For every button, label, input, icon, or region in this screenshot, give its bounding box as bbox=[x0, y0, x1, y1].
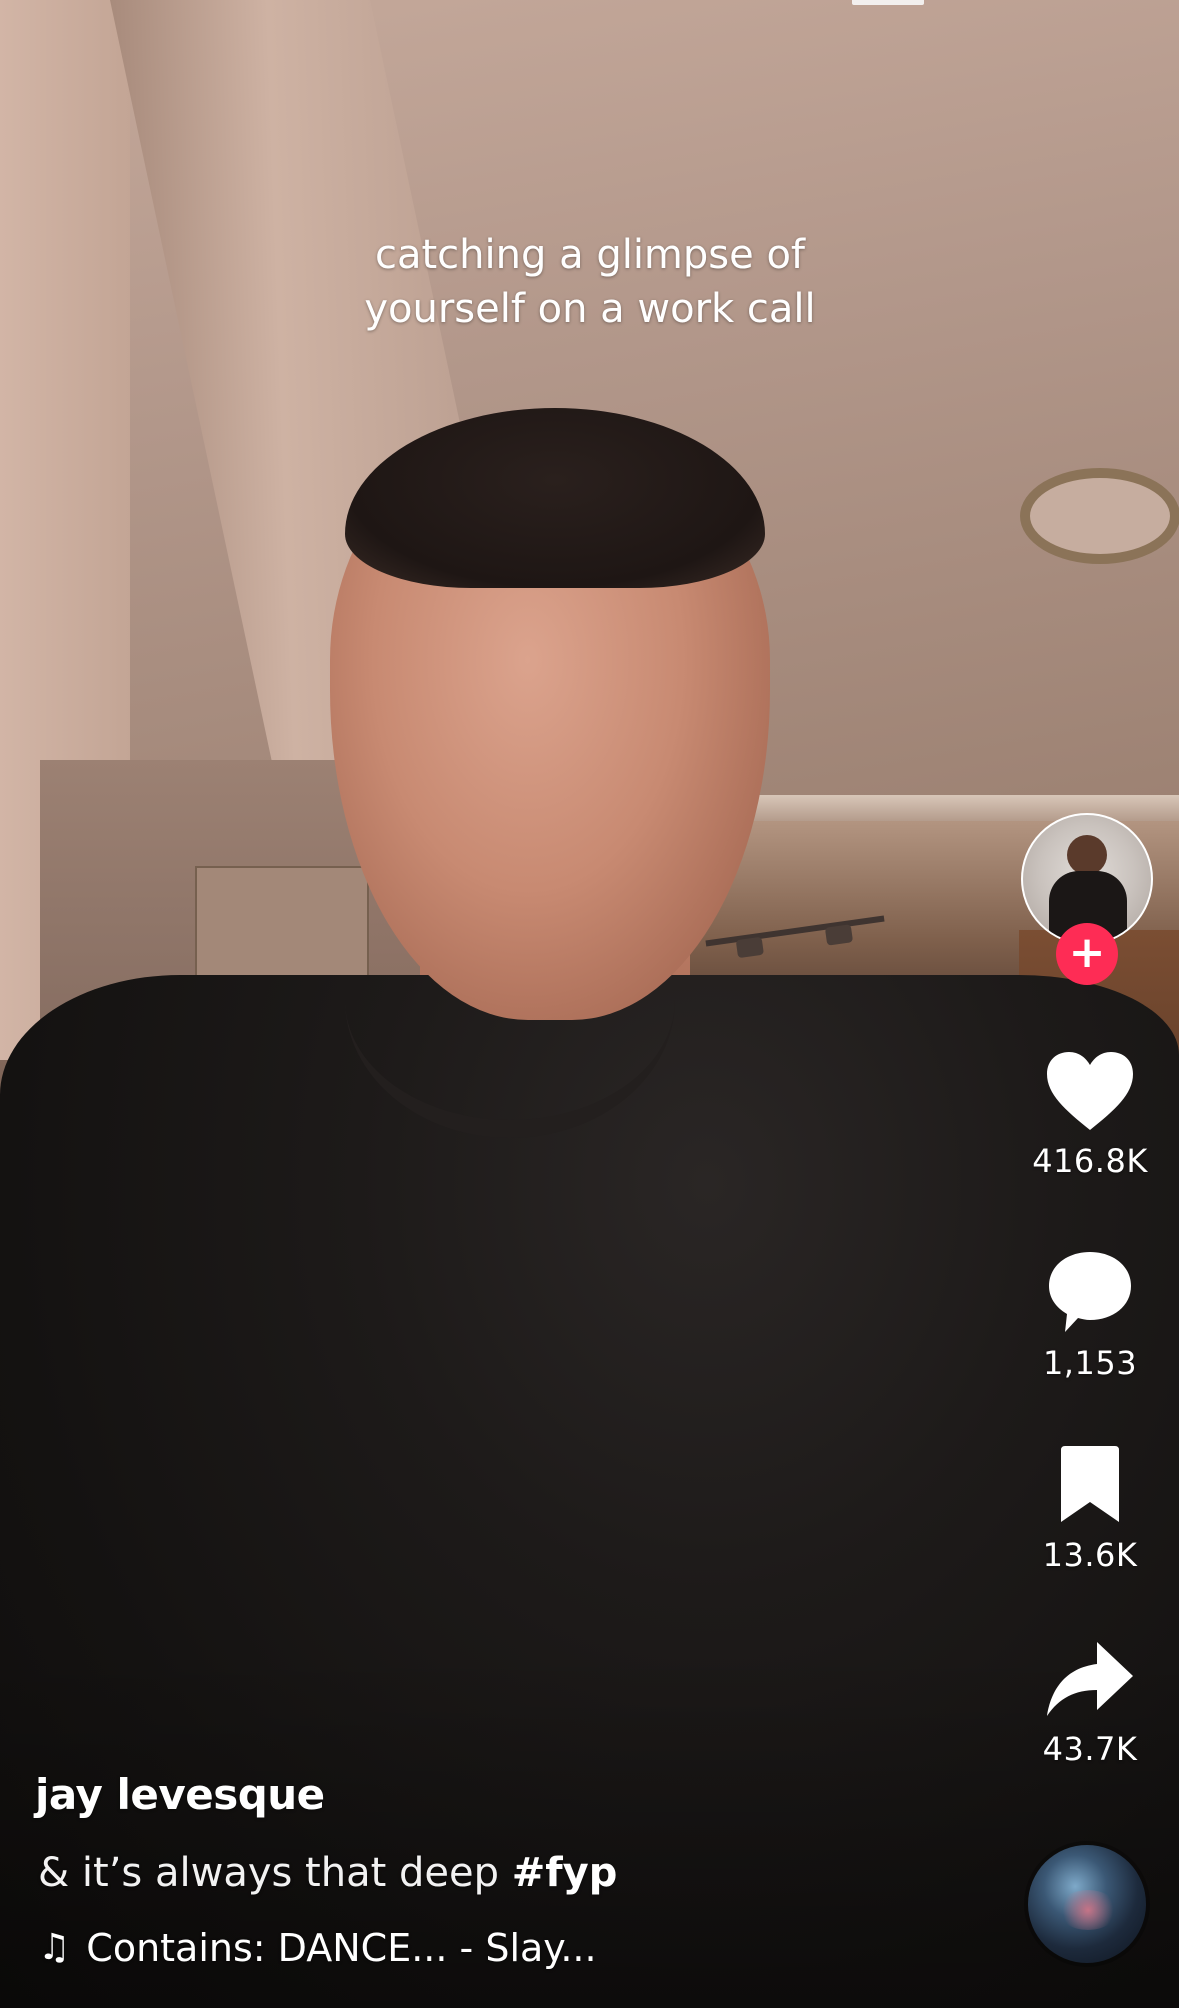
like-button[interactable]: 416.8K bbox=[1010, 1050, 1170, 1180]
comment-icon bbox=[1049, 1252, 1131, 1332]
music-disc-button[interactable] bbox=[1028, 1845, 1146, 1963]
comment-button[interactable]: 1,153 bbox=[1010, 1248, 1170, 1382]
music-note-icon: ♫ bbox=[38, 1927, 71, 1968]
share-count: 43.7K bbox=[1042, 1730, 1138, 1768]
like-count: 416.8K bbox=[1032, 1142, 1148, 1180]
description-text: & it’s always that deep bbox=[38, 1850, 499, 1896]
video-screen[interactable]: catching a glimpse of yourself on a work… bbox=[0, 0, 1179, 2008]
save-button[interactable]: 13.6K bbox=[1010, 1446, 1170, 1574]
comment-count: 1,153 bbox=[1042, 1344, 1138, 1382]
heart-icon bbox=[1047, 1052, 1133, 1130]
plus-icon: + bbox=[1068, 927, 1106, 978]
music-info[interactable]: ♫ Contains: DANCE... - Slay... bbox=[38, 1926, 597, 1970]
avatar-head bbox=[1067, 835, 1107, 875]
follow-button[interactable]: + bbox=[1056, 923, 1118, 985]
share-button[interactable]: 43.7K bbox=[1010, 1640, 1170, 1768]
hashtag-link[interactable]: #fyp bbox=[512, 1850, 618, 1896]
save-count: 13.6K bbox=[1042, 1536, 1138, 1574]
creator-username[interactable]: jay levesque bbox=[35, 1770, 325, 1819]
share-icon bbox=[1047, 1642, 1133, 1716]
video-caption-overlay: catching a glimpse of yourself on a work… bbox=[364, 232, 816, 332]
ceiling-light bbox=[1020, 468, 1179, 564]
bookmark-icon bbox=[1061, 1446, 1119, 1522]
post-description: & it’s always that deep #fyp bbox=[38, 1850, 617, 1896]
music-title[interactable]: Contains: DANCE... - Slay... bbox=[86, 1926, 596, 1970]
top-indicator bbox=[852, 0, 924, 5]
